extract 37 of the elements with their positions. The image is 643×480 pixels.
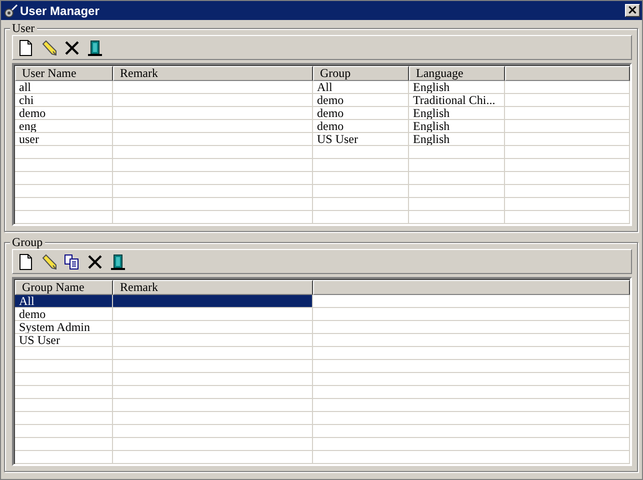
table-row[interactable]: All <box>15 295 630 308</box>
delete-icon[interactable] <box>63 38 81 56</box>
table-cell: demo <box>15 308 113 321</box>
column-header[interactable]: Group <box>313 66 409 81</box>
table-cell: demo <box>313 94 409 107</box>
close-button[interactable]: × <box>625 4 640 17</box>
table-cell: user <box>15 133 113 146</box>
new-document-icon[interactable] <box>17 252 35 270</box>
column-header[interactable]: User Name <box>15 66 113 81</box>
table-cell: chi <box>15 94 113 107</box>
column-header[interactable]: Remark <box>113 280 313 295</box>
table-row[interactable]: demo <box>15 308 630 321</box>
group-label: Group <box>10 235 45 249</box>
table-cell: All <box>313 81 409 94</box>
column-header[interactable]: Remark <box>113 66 313 81</box>
table-row[interactable]: US User <box>15 334 630 347</box>
delete-icon[interactable] <box>86 252 104 270</box>
pencil-icon[interactable] <box>40 252 58 270</box>
table-cell: demo <box>313 107 409 120</box>
new-document-icon[interactable] <box>17 38 35 56</box>
column-header[interactable]: Group Name <box>15 280 113 295</box>
table-cell: demo <box>15 107 113 120</box>
copy-icon[interactable] <box>63 252 81 270</box>
group-label: User <box>10 21 37 35</box>
door-icon[interactable] <box>86 38 104 56</box>
pencil-icon[interactable] <box>40 38 58 56</box>
table-cell: US User <box>15 334 113 347</box>
column-header[interactable]: Language <box>409 66 505 81</box>
window-title: User Manager <box>20 4 100 18</box>
table-cell: all <box>15 81 113 94</box>
table-cell: US User <box>313 133 409 146</box>
door-icon[interactable] <box>109 252 127 270</box>
table-cell: demo <box>313 120 409 133</box>
table-row[interactable]: chi demo Traditional Chi... <box>15 94 630 107</box>
app-icon <box>4 4 18 18</box>
table-cell: Traditional Chi... <box>409 94 505 107</box>
table-cell: All <box>15 295 113 308</box>
